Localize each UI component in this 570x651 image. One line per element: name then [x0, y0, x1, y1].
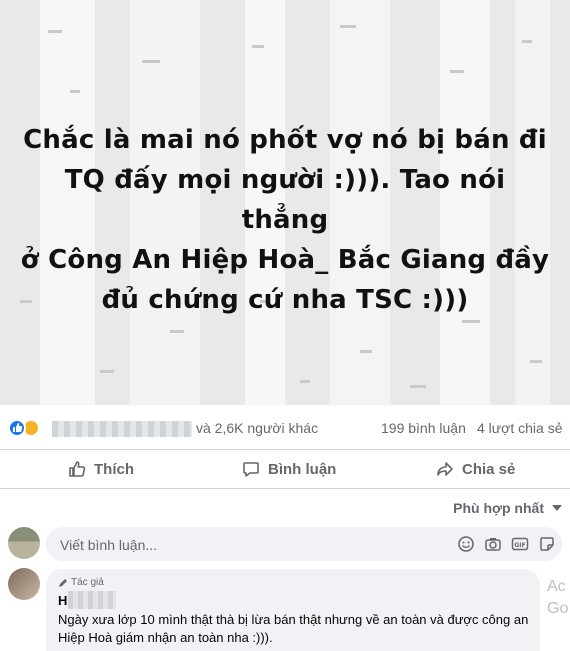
author-tag-label: Tác giả	[71, 577, 104, 588]
author-name-blurred	[68, 591, 116, 609]
current-user-avatar[interactable]	[8, 527, 40, 559]
share-arrow-icon	[437, 462, 453, 476]
comment-label: Bình luận	[268, 460, 337, 478]
reactions-bar: và 2,6K người khác 199 bình luận 4 lượt …	[0, 405, 570, 450]
side-action-2[interactable]: Go	[547, 598, 568, 620]
reactor-name-blurred	[52, 421, 192, 437]
reaction-count[interactable]: và 2,6K người khác	[196, 420, 318, 436]
author-badge: Tác giả	[58, 577, 104, 588]
side-actions: Ac Go	[547, 576, 568, 620]
svg-text:GIF: GIF	[514, 542, 525, 549]
post-text: Chắc là mai nó phốt vợ nó bị bán đi TQ đ…	[20, 125, 550, 315]
comment-input[interactable]	[58, 527, 442, 563]
comment-input-box[interactable]: GIF	[46, 527, 562, 563]
gif-icon[interactable]: GIF	[511, 535, 529, 553]
comment-input-icons: GIF	[457, 535, 556, 553]
speech-bubble-icon	[243, 462, 259, 477]
comment-author-name[interactable]: H	[58, 593, 67, 608]
caret-down-icon	[552, 505, 562, 511]
post-actions: Thích Bình luận Chia sẻ	[0, 450, 570, 489]
camera-icon[interactable]	[484, 535, 502, 553]
comment-bubble: Tác giả H Ngày xưa lớp 10 mình thật thà …	[46, 569, 540, 651]
sort-label: Phù hợp nhất	[453, 500, 544, 516]
comment-count[interactable]: 199 bình luận	[381, 420, 466, 436]
post-background: Chắc là mai nó phốt vợ nó bị bán đi TQ đ…	[0, 0, 570, 405]
like-label: Thích	[94, 460, 134, 478]
comment-sort-dropdown[interactable]: Phù hợp nhất	[453, 500, 562, 516]
reaction-icons[interactable]	[8, 419, 48, 439]
side-action-1[interactable]: Ac	[547, 576, 568, 598]
pencil-icon	[59, 578, 67, 587]
comment-text: Ngày xưa lớp 10 mình thật thà bị lừa bán…	[58, 612, 529, 645]
share-label: Chia sẻ	[462, 460, 516, 478]
sticker-icon[interactable]	[538, 535, 556, 553]
share-count[interactable]: 4 lượt chia sẻ	[477, 420, 562, 436]
comment-author-avatar[interactable]	[8, 568, 40, 600]
like-button[interactable]: Thích	[68, 450, 134, 488]
share-button[interactable]: Chia sẻ	[436, 450, 515, 488]
emoji-icon[interactable]	[457, 535, 475, 553]
thumbs-up-icon	[69, 461, 86, 477]
comment-button[interactable]: Bình luận	[242, 450, 336, 488]
like-icon	[8, 419, 26, 437]
